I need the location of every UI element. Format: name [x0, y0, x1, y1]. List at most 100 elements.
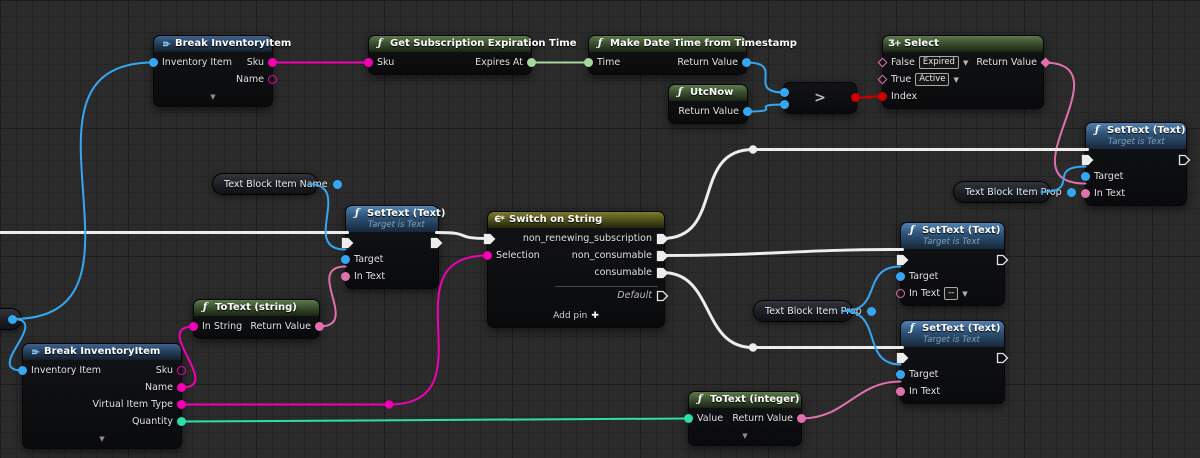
- break_bot[interactable]: ⋔Break InventoryItemInventory ItemSkuNam…: [22, 343, 182, 449]
- pill_edge[interactable]: [0, 308, 22, 330]
- node-header[interactable]: ƒMake Date Time from Timestamp: [589, 36, 746, 52]
- inventory-item-pin[interactable]: [149, 58, 158, 67]
- operand-pin[interactable]: [780, 100, 789, 109]
- settext_br[interactable]: ƒSetText (Text)Target is TextTargetIn Te…: [900, 320, 1005, 404]
- selection-pin[interactable]: [483, 251, 492, 260]
- time-pin[interactable]: [584, 58, 593, 67]
- settext_r[interactable]: ƒSetText (Text)Target is TextTargetIn Te…: [1085, 122, 1187, 206]
- value-pin[interactable]: [684, 414, 693, 423]
- pin-label: Sku: [247, 57, 264, 68]
- blueprint-graph-canvas[interactable]: ⋔Break InventoryItemInventory ItemSkuNam…: [0, 0, 1200, 458]
- node-header[interactable]: ƒSetText (Text)Target is Text: [1086, 123, 1186, 149]
- exec-pin[interactable]: [996, 254, 1009, 266]
- exec-pin[interactable]: [656, 267, 669, 279]
- pill_prop1[interactable]: Text Block Item Prop: [753, 300, 853, 322]
- return-value-pin[interactable]: [1041, 58, 1051, 68]
- reroute-node[interactable]: [749, 145, 757, 153]
- node-header[interactable]: ƒToText (string): [194, 300, 319, 316]
- sku-pin[interactable]: [268, 58, 277, 67]
- totext_i[interactable]: ƒToText (integer)ValueReturn Value▼: [688, 391, 802, 446]
- in-string-pin[interactable]: [189, 322, 198, 331]
- break_top[interactable]: ⋔Break InventoryItemInventory ItemSkuNam…: [153, 35, 273, 107]
- node-header[interactable]: Є*Switch on String: [488, 212, 664, 228]
- target-pin[interactable]: [1081, 172, 1090, 181]
- node-header[interactable]: ⋔Break InventoryItem: [154, 36, 272, 52]
- dropdown-arrow-icon[interactable]: ▼: [962, 290, 967, 298]
- sku-pin[interactable]: [177, 366, 186, 375]
- exec-pin[interactable]: [1178, 154, 1191, 166]
- dropdown-arrow-icon[interactable]: ▼: [963, 59, 968, 67]
- settext_m[interactable]: ƒSetText (Text)Target is TextTargetIn Te…: [345, 205, 439, 289]
- exec-pin[interactable]: [341, 237, 354, 249]
- exec-pin[interactable]: [896, 254, 909, 266]
- false-pin[interactable]: [878, 58, 888, 68]
- variable-output-pin[interactable]: [867, 307, 876, 316]
- index-pin[interactable]: [878, 92, 887, 101]
- exec-pin[interactable]: [896, 352, 909, 364]
- switch[interactable]: Є*Switch on Stringnon_renewing_subscript…: [487, 211, 665, 328]
- true-pin[interactable]: [878, 75, 888, 85]
- variable-output-pin[interactable]: [8, 315, 17, 324]
- in-text-pin[interactable]: [1081, 189, 1090, 198]
- value-widget[interactable]: Expired: [919, 56, 959, 69]
- node-header[interactable]: ƒGet Subscription Expiration Time: [369, 36, 531, 52]
- target-pin[interactable]: [896, 370, 905, 379]
- node-header[interactable]: ƒUtcNow: [669, 85, 747, 101]
- gt[interactable]: >: [783, 82, 857, 114]
- settext_mr[interactable]: ƒSetText (Text)Target is TextTargetIn Te…: [900, 222, 1005, 306]
- variable-output-pin[interactable]: [1067, 188, 1076, 197]
- return-value-pin[interactable]: [743, 107, 752, 116]
- select[interactable]: Ʒ+SelectFalseExpired▼Return ValueTrueAct…: [882, 35, 1044, 109]
- return-value-pin[interactable]: [797, 414, 806, 423]
- function-icon: ƒ: [906, 225, 918, 237]
- node-row: [1086, 151, 1186, 168]
- value-widget[interactable]: Active: [915, 73, 949, 86]
- exec-pin[interactable]: [483, 233, 496, 245]
- pill_prop2[interactable]: Text Block Item Prop: [953, 181, 1051, 203]
- node-header[interactable]: ƒToText (integer): [689, 392, 801, 408]
- dropdown-arrow-icon[interactable]: ▼: [953, 76, 958, 84]
- node-header[interactable]: ⋔Break InventoryItem: [23, 344, 181, 360]
- inventory-item-pin[interactable]: [18, 366, 27, 375]
- name-pin[interactable]: [268, 75, 277, 84]
- virtual-item-type-pin[interactable]: [177, 400, 186, 409]
- collapse-arrow-icon[interactable]: ▼: [23, 433, 181, 448]
- node-header[interactable]: ƒSetText (Text)Target is Text: [901, 321, 1004, 347]
- exec-pin[interactable]: [656, 290, 669, 302]
- exec-pin[interactable]: [656, 233, 669, 245]
- collapse-arrow-icon[interactable]: ▼: [154, 91, 272, 106]
- expires-at-pin[interactable]: [527, 58, 536, 67]
- variable-output-pin[interactable]: [333, 180, 342, 189]
- wire-object: [844, 267, 901, 312]
- node-header[interactable]: ƒSetText (Text)Target is Text: [346, 206, 438, 232]
- exec-pin[interactable]: [430, 237, 443, 249]
- return-value-pin[interactable]: [315, 322, 324, 331]
- value-widget[interactable]: --: [944, 287, 958, 300]
- target-pin[interactable]: [341, 255, 350, 264]
- collapse-arrow-icon[interactable]: ▼: [689, 430, 801, 445]
- in-text-pin[interactable]: [896, 289, 905, 298]
- utcnow[interactable]: ƒUtcNowReturn Value: [668, 84, 748, 124]
- result-pin[interactable]: [851, 93, 860, 102]
- name-pin[interactable]: [177, 383, 186, 392]
- in-text-pin[interactable]: [341, 272, 350, 281]
- node-header[interactable]: ƒSetText (Text)Target is Text: [901, 223, 1004, 249]
- makedt[interactable]: ƒMake Date Time from TimestampTimeReturn…: [588, 35, 747, 75]
- getsub[interactable]: ƒGet Subscription Expiration TimeSkuExpi…: [368, 35, 532, 75]
- exec-pin[interactable]: [1081, 154, 1094, 166]
- node-header[interactable]: Ʒ+Select: [883, 36, 1043, 52]
- pin-label: In Text: [354, 271, 385, 282]
- in-text-pin[interactable]: [896, 387, 905, 396]
- sku-pin[interactable]: [364, 58, 373, 67]
- quantity-pin[interactable]: [177, 417, 186, 426]
- reroute-node[interactable]: [749, 343, 757, 351]
- operand-pin[interactable]: [780, 88, 789, 97]
- totext_s[interactable]: ƒToText (string)In StringReturn Value: [193, 299, 320, 339]
- pill_name[interactable]: Text Block Item Name: [212, 173, 318, 195]
- exec-pin[interactable]: [656, 250, 669, 262]
- reroute-node[interactable]: [385, 400, 393, 408]
- add-pin-button[interactable]: Add pin✚: [488, 307, 664, 327]
- return-value-pin[interactable]: [742, 58, 751, 67]
- exec-pin[interactable]: [996, 352, 1009, 364]
- target-pin[interactable]: [896, 272, 905, 281]
